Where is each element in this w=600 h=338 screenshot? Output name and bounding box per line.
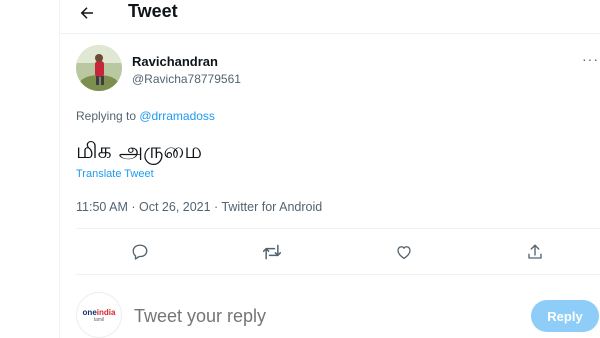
divider [76, 228, 600, 229]
replying-to: Replying to @drramadoss [76, 109, 215, 123]
replying-prefix: Replying to [76, 109, 140, 123]
tweet-meta: 11:50 AM · Oct 26, 2021 · Twitter for An… [76, 200, 323, 214]
reply-avatar: oneindia tamil [76, 292, 122, 338]
reply-button[interactable]: Reply [531, 300, 599, 332]
page-title: Tweet [128, 1, 178, 21]
more-options-icon[interactable]: ··· [582, 51, 599, 67]
divider [76, 274, 600, 275]
main-column: Tweet Ravichandran @Ravicha78779561 ··· … [59, 0, 600, 338]
header: Tweet [60, 0, 600, 32]
like-icon[interactable] [392, 240, 416, 264]
oneindia-logo: oneindia [82, 307, 116, 317]
arrow-left-icon[interactable] [76, 2, 98, 24]
translate-tweet-link[interactable]: Translate Tweet [76, 168, 154, 180]
tweet-page: Tweet Ravichandran @Ravicha78779561 ··· … [0, 0, 600, 338]
reply-input[interactable] [134, 306, 514, 327]
author-name[interactable]: Ravichandran [132, 54, 218, 69]
logo-subtext: tamil [93, 316, 105, 323]
tweet-actions [60, 230, 600, 274]
share-icon[interactable] [523, 240, 547, 264]
header-divider [60, 33, 600, 34]
replying-mention-link[interactable]: @drramadoss [139, 109, 215, 123]
avatar[interactable] [76, 45, 122, 91]
retweet-icon[interactable] [260, 240, 284, 264]
author-handle[interactable]: @Ravicha78779561 [132, 72, 241, 86]
tweet-text: மிக அருமை [76, 139, 203, 164]
reply-icon[interactable] [128, 240, 152, 264]
